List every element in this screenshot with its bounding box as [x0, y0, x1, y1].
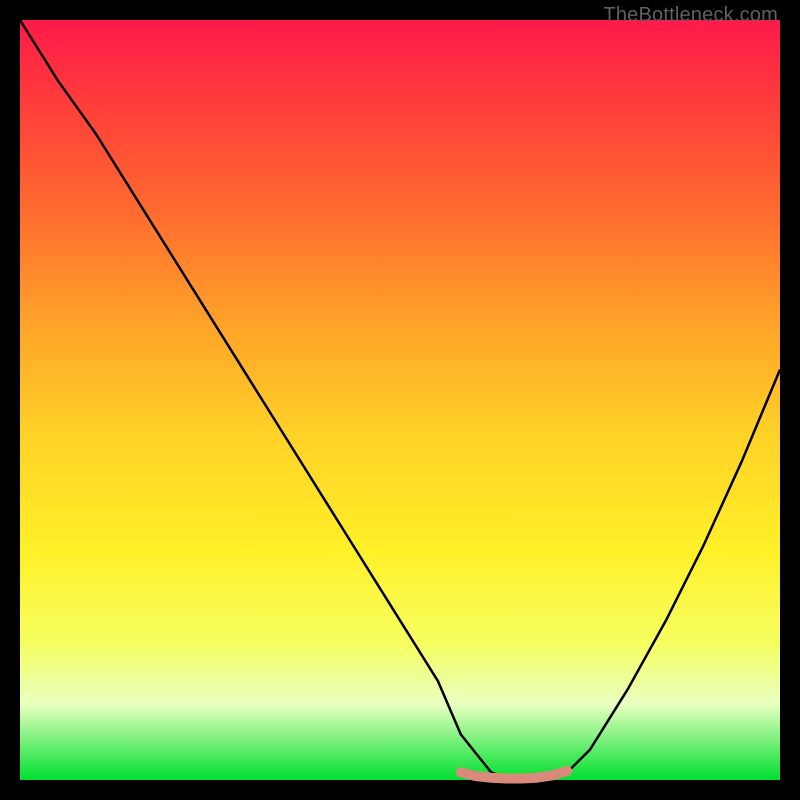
plot-area: [20, 20, 780, 780]
chart-container: TheBottleneck.com: [0, 0, 800, 800]
watermark-text: TheBottleneck.com: [603, 4, 778, 27]
optimal-zone-marker: [461, 771, 567, 779]
chart-svg: [20, 20, 780, 780]
curve-bottleneck-curve: [20, 20, 780, 780]
